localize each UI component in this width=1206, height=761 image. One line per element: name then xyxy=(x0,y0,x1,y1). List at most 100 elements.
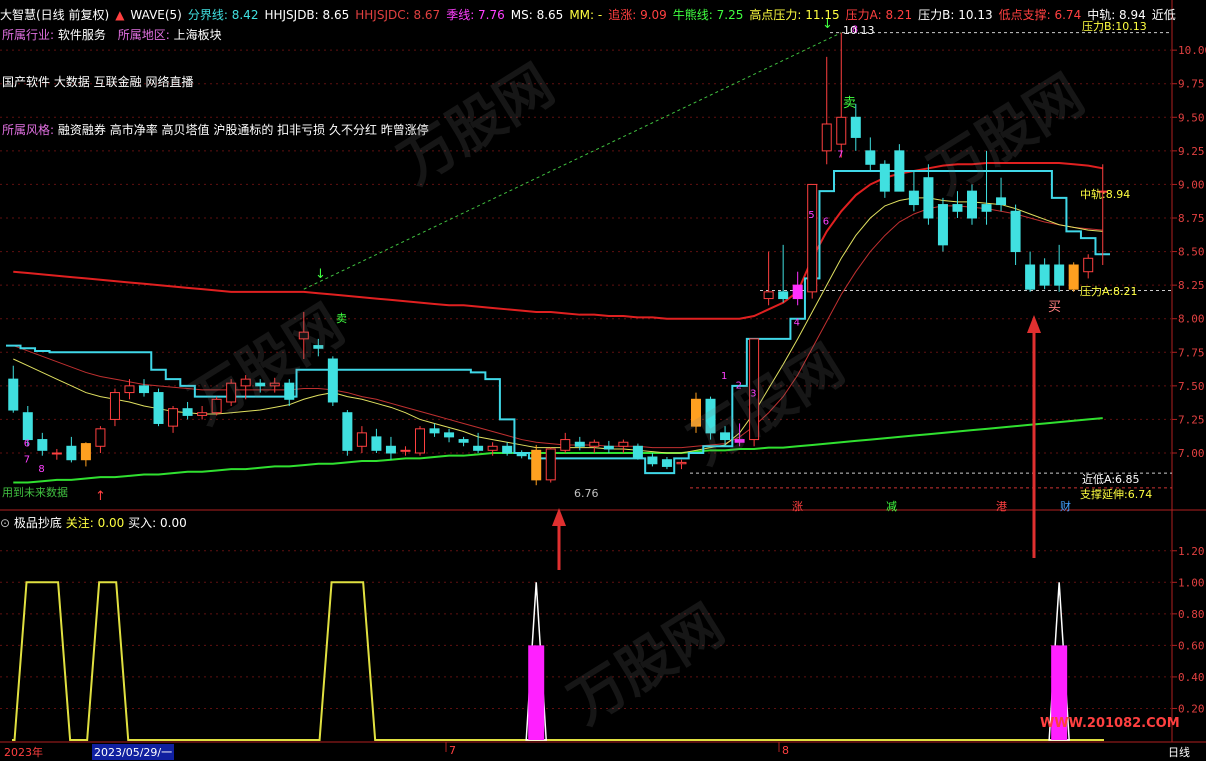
concepts-row: 国产软件 大数据 互联金融 网络直播 xyxy=(2,75,194,89)
kline-chart[interactable]: 7.00 7.25 7.50 7.75 8.00 8.25 8.50 8.75 9.00 9.25… xyxy=(0,0,1206,761)
candle-body xyxy=(1039,264,1050,286)
candle-body xyxy=(342,412,353,451)
stock-title[interactable]: 大智慧(日线 前复权) xyxy=(0,8,109,22)
y-tick-label: 9.75 xyxy=(1178,78,1205,91)
buy-signal: 买 xyxy=(1048,300,1062,315)
candle-body xyxy=(778,291,789,300)
candle-body xyxy=(502,445,513,454)
press-b-top: 10.13 xyxy=(843,24,875,37)
wave-label: 6 xyxy=(24,438,30,449)
candle-body xyxy=(720,432,731,441)
candle-body xyxy=(240,378,251,387)
candle-body xyxy=(80,443,91,461)
candle-body xyxy=(211,398,222,414)
header-item: MM: - xyxy=(569,8,603,22)
watermark-url: WWW.201082.COM xyxy=(1040,716,1180,731)
candle-body xyxy=(981,204,992,212)
y-tick-label: 7.00 xyxy=(1178,447,1205,460)
region-value[interactable]: 上海板块 xyxy=(174,28,222,42)
y-tick-label: 8.50 xyxy=(1178,246,1205,259)
header-item: 牛熊线: 7.25 xyxy=(672,8,744,22)
candle-body xyxy=(603,445,614,450)
candle-body xyxy=(923,177,934,219)
candle-body xyxy=(763,291,774,300)
candle-body xyxy=(836,116,847,145)
candle-body xyxy=(109,392,120,420)
dropdown-icon[interactable]: ⊙ xyxy=(0,516,10,530)
sell-signal-1: 卖 xyxy=(336,312,347,325)
candle-body xyxy=(51,452,62,455)
candle-body xyxy=(821,123,832,152)
industry-value[interactable]: 软件服务 xyxy=(58,28,106,42)
candle-body xyxy=(618,441,629,447)
wave-label: 7 xyxy=(24,454,30,465)
candle-body xyxy=(734,439,745,443)
candle-body xyxy=(371,436,382,451)
candle-body xyxy=(705,398,716,434)
candle-body xyxy=(1083,257,1094,273)
candle-body xyxy=(807,183,818,293)
candle-body xyxy=(197,412,208,416)
candle-body xyxy=(458,439,469,443)
wave-label: 3 xyxy=(750,389,756,400)
candle-body xyxy=(865,150,876,165)
candle-body xyxy=(996,197,1007,206)
candle-body xyxy=(313,345,324,349)
badge-gang[interactable]: 港 xyxy=(996,498,1007,514)
press-a-label: 压力A:8.21 xyxy=(1080,285,1138,298)
badge-zhang[interactable]: 涨 xyxy=(792,498,803,514)
wave-label: 7 xyxy=(837,150,843,161)
candle-body xyxy=(1068,264,1079,290)
candle-body xyxy=(531,449,542,481)
candle-body xyxy=(647,456,658,465)
sub-indicator-header: ⊙ 极品抄底 关注: 0.00 买入: 0.00 xyxy=(0,514,187,531)
y-tick-label: 0.40 xyxy=(1178,671,1205,684)
wave-label: 4 xyxy=(794,317,800,328)
candle-body xyxy=(574,441,585,447)
sell-signal-2: 卖 xyxy=(843,96,857,111)
header-item: 分界线: 8.42 xyxy=(187,8,259,22)
candle-body xyxy=(1025,264,1036,290)
month-8: 8 xyxy=(782,744,789,757)
industry-label: 所属行业: xyxy=(2,28,55,42)
candle-body xyxy=(966,190,978,219)
y-tick-label: 0.20 xyxy=(1178,702,1205,715)
chart-stage: 7.00 7.25 7.50 7.75 8.00 8.25 8.50 8.75 9.00 9.25… xyxy=(0,0,1206,761)
candle-body xyxy=(516,452,527,457)
header-item: 压力A: 8.21 xyxy=(845,8,913,22)
date-axis-bar[interactable] xyxy=(0,742,1206,761)
candle-body xyxy=(95,428,106,447)
header-item: 压力B: 10.13 xyxy=(918,8,993,22)
period-label[interactable]: 日线 xyxy=(1168,744,1190,760)
focus-value: 关注: 0.00 xyxy=(65,516,125,530)
candle-body xyxy=(138,385,150,394)
candle-body xyxy=(385,445,396,454)
y-tick-label: 9.50 xyxy=(1178,111,1205,124)
candle-body xyxy=(1054,264,1065,286)
up-arrow-icon: ▲ xyxy=(115,8,125,22)
wave-label: 1 xyxy=(721,371,727,382)
indicator-name[interactable]: WAVE(5) xyxy=(130,8,181,22)
candle-body xyxy=(400,449,411,452)
sub-indicator-name[interactable]: 极品抄底 xyxy=(14,516,62,530)
year-label: 2023年 xyxy=(4,746,43,759)
y-tick-label: 1.00 xyxy=(1178,576,1205,589)
y-tick-label: 9.25 xyxy=(1178,145,1205,158)
header-item: 追涨: 9.09 xyxy=(608,8,667,22)
badge-cai[interactable]: 财 xyxy=(1060,498,1071,514)
candle-body xyxy=(429,428,440,434)
badge-jian[interactable]: 减 xyxy=(886,498,897,514)
y-tick-label: 1.20 xyxy=(1178,545,1205,558)
support-label: 支撑延伸:6.74 xyxy=(1080,488,1153,501)
candle-body xyxy=(37,439,48,451)
y-tick-label: 7.75 xyxy=(1178,346,1205,359)
used-future-data: 用到未来数据 xyxy=(2,486,68,499)
y-tick-label: 9.00 xyxy=(1178,178,1205,191)
candle-body xyxy=(284,382,295,400)
candle-body xyxy=(690,398,702,427)
wave-label: 5 xyxy=(808,210,814,221)
y-tick-label: 7.50 xyxy=(1178,380,1205,393)
near-low-label: 近低A:6.85 xyxy=(1082,473,1140,486)
candle-body xyxy=(676,461,687,465)
candle-body xyxy=(356,432,367,447)
